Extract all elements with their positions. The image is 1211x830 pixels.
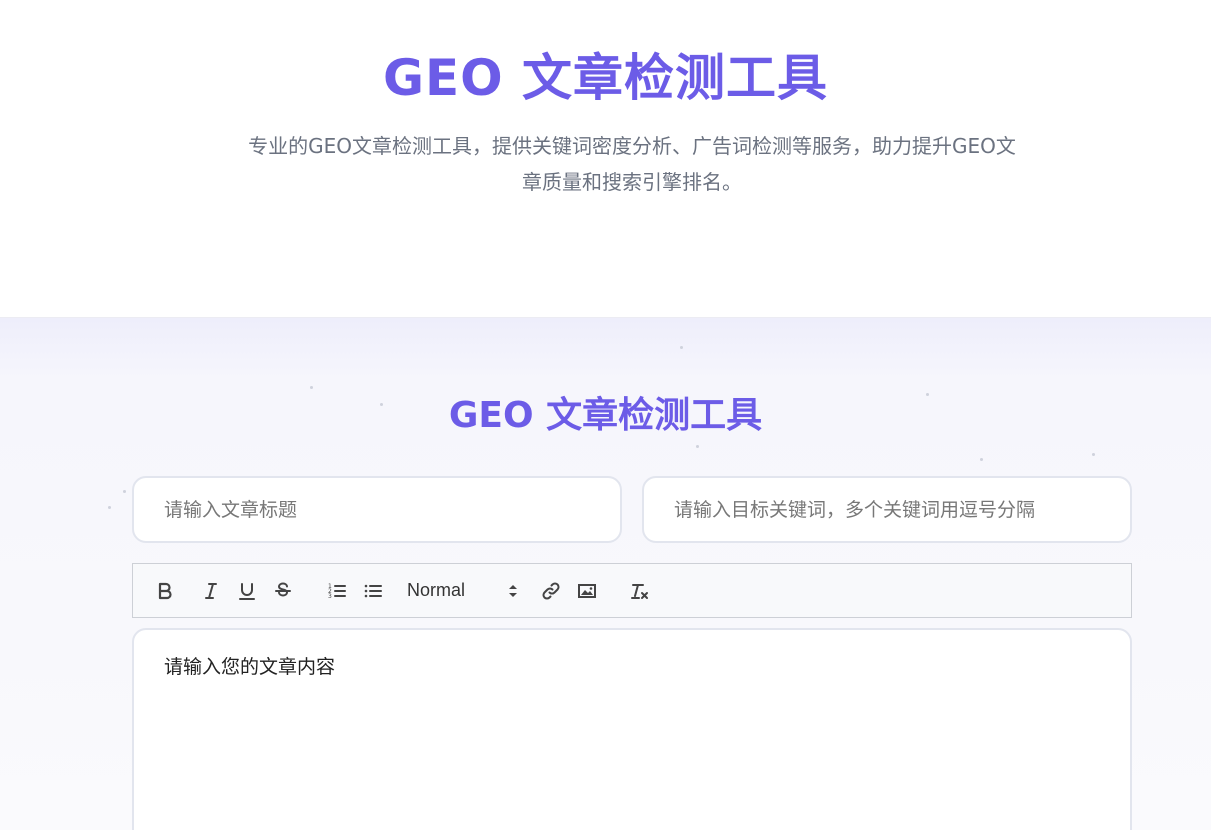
target-keywords-input[interactable] xyxy=(642,476,1132,543)
decorative-dot xyxy=(123,490,126,493)
article-title-input[interactable] xyxy=(132,476,622,543)
decorative-dot xyxy=(696,445,699,448)
ordered-list-icon[interactable]: 123 xyxy=(323,577,351,605)
clear-format-icon[interactable] xyxy=(625,577,653,605)
image-icon[interactable] xyxy=(573,577,601,605)
select-arrows-icon xyxy=(509,584,517,597)
decorative-dot xyxy=(108,506,111,509)
hero-section: GEO 文章检测工具 专业的GEO文章检测工具，提供关键词密度分析、广告词检测等… xyxy=(0,0,1211,318)
strikethrough-icon[interactable] xyxy=(269,577,297,605)
underline-icon[interactable] xyxy=(233,577,261,605)
tool-title: GEO 文章检测工具 xyxy=(448,395,763,436)
decorative-dot xyxy=(680,346,683,349)
heading-select-value: Normal xyxy=(407,580,466,600)
bold-icon[interactable] xyxy=(151,577,179,605)
hero-title: GEO 文章检测工具 xyxy=(382,49,829,107)
editor-placeholder: 请输入您的文章内容 xyxy=(164,656,336,678)
bullet-list-icon[interactable] xyxy=(359,577,387,605)
decorative-dot xyxy=(980,458,983,461)
decorative-dot xyxy=(1092,453,1095,456)
tool-section: GEO 文章检测工具 123 Normal xyxy=(0,318,1211,830)
italic-icon[interactable] xyxy=(197,577,225,605)
article-content-editor[interactable]: 请输入您的文章内容 xyxy=(132,628,1132,830)
editor-toolbar: 123 Normal xyxy=(132,563,1132,618)
link-icon[interactable] xyxy=(537,577,565,605)
heading-select[interactable]: Normal xyxy=(407,577,519,605)
svg-text:3: 3 xyxy=(328,593,332,600)
hero-description: 专业的GEO文章检测工具，提供关键词密度分析、广告词检测等服务，助力提升GEO文… xyxy=(248,134,1016,194)
